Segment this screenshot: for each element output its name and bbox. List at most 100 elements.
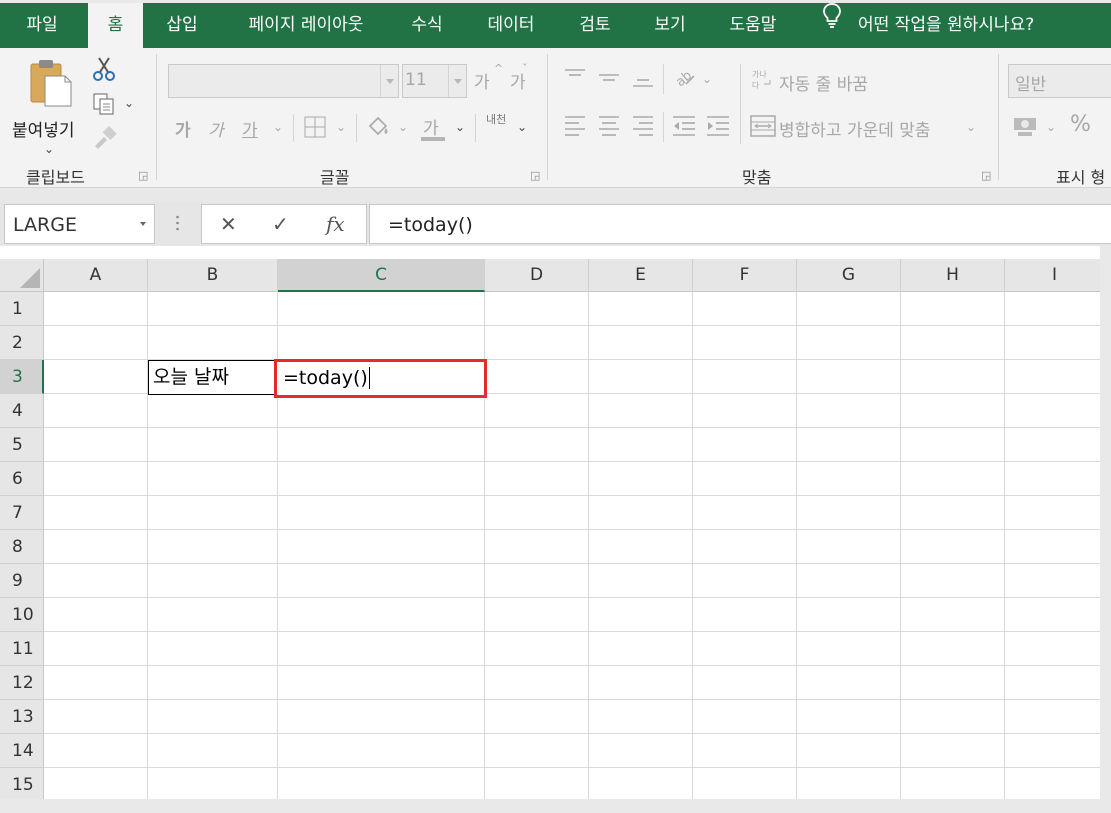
cell-f5[interactable] [693, 428, 797, 462]
align-top-icon[interactable] [564, 68, 586, 90]
cell-h5[interactable] [901, 428, 1005, 462]
cell-b2[interactable] [148, 326, 278, 360]
row-header-6[interactable]: 6 [0, 462, 44, 496]
cell-c2[interactable] [278, 326, 485, 360]
cell-c11[interactable] [278, 632, 485, 666]
cell-a13[interactable] [44, 700, 148, 734]
cell-e9[interactable] [589, 564, 693, 598]
font-size-combo[interactable]: 11 [402, 64, 467, 98]
cell-i9[interactable] [1005, 564, 1105, 598]
cell-h13[interactable] [901, 700, 1005, 734]
border-icon[interactable] [303, 115, 327, 143]
font-name-combo[interactable] [168, 64, 399, 98]
number-format-combo[interactable]: 일반 [1008, 64, 1111, 98]
fill-color-icon[interactable] [366, 114, 392, 144]
row-header-4[interactable]: 4 [0, 394, 44, 428]
cell-a9[interactable] [44, 564, 148, 598]
align-middle-icon[interactable] [598, 68, 620, 90]
cell-i14[interactable] [1005, 734, 1105, 768]
paste-button[interactable]: 붙여넣기 ⌄ [10, 58, 86, 156]
cancel-icon[interactable]: ✕ [220, 205, 237, 243]
copy-icon[interactable] [92, 92, 116, 120]
name-box[interactable]: LARGE [4, 204, 155, 244]
cell-f3[interactable] [693, 360, 797, 394]
cell-e12[interactable] [589, 666, 693, 700]
cell-g6[interactable] [797, 462, 901, 496]
font-color-button[interactable]: 가 [423, 114, 439, 139]
insert-function-icon[interactable]: fx [326, 205, 345, 243]
align-bottom-icon[interactable] [632, 68, 654, 94]
cell-a10[interactable] [44, 598, 148, 632]
tab-view[interactable]: 보기 [644, 3, 696, 48]
row-header-1[interactable]: 1 [0, 292, 44, 326]
vertical-scroll-area[interactable] [1100, 246, 1111, 813]
cell-f8[interactable] [693, 530, 797, 564]
increase-font-button[interactable]: 가 [474, 68, 490, 93]
cell-c8[interactable] [278, 530, 485, 564]
cell-f2[interactable] [693, 326, 797, 360]
cell-e3[interactable] [589, 360, 693, 394]
cell-h3[interactable] [901, 360, 1005, 394]
chevron-down-icon[interactable]: ⌄ [517, 120, 527, 134]
cell-b3-content[interactable]: 오늘 날짜 [148, 360, 278, 395]
chevron-down-icon[interactable]: ⌄ [398, 120, 408, 134]
cell-g4[interactable] [797, 394, 901, 428]
cell-d15[interactable] [485, 768, 589, 802]
cell-i15[interactable] [1005, 768, 1105, 802]
percent-button[interactable]: % [1070, 112, 1091, 137]
row-header-8[interactable]: 8 [0, 530, 44, 564]
decrease-indent-icon[interactable] [672, 114, 696, 142]
tab-insert[interactable]: 삽입 [158, 3, 206, 48]
orientation-icon[interactable]: ab [672, 64, 696, 92]
chevron-down-icon[interactable]: ⌄ [336, 120, 346, 134]
cell-d1[interactable] [485, 292, 589, 326]
row-header-7[interactable]: 7 [0, 496, 44, 530]
cell-h9[interactable] [901, 564, 1005, 598]
format-painter-icon[interactable] [92, 125, 118, 154]
chevron-down-icon[interactable]: ⌄ [1046, 120, 1056, 134]
cell-h2[interactable] [901, 326, 1005, 360]
cell-g8[interactable] [797, 530, 901, 564]
cell-f6[interactable] [693, 462, 797, 496]
cell-h1[interactable] [901, 292, 1005, 326]
cell-d9[interactable] [485, 564, 589, 598]
cell-i2[interactable] [1005, 326, 1105, 360]
enter-check-icon[interactable]: ✓ [272, 205, 289, 243]
cell-a6[interactable] [44, 462, 148, 496]
phonetic-button[interactable]: 내천 [486, 114, 506, 126]
cell-a11[interactable] [44, 632, 148, 666]
cell-f10[interactable] [693, 598, 797, 632]
formula-input[interactable]: =today() [369, 204, 1111, 244]
cell-b7[interactable] [148, 496, 278, 530]
cell-c4[interactable] [278, 394, 485, 428]
cell-d12[interactable] [485, 666, 589, 700]
column-header-e[interactable]: E [589, 259, 693, 292]
row-header-14[interactable]: 14 [0, 734, 44, 768]
cell-b15[interactable] [148, 768, 278, 802]
cell-d13[interactable] [485, 700, 589, 734]
wrap-text-button[interactable]: 자동 줄 바꿈 [779, 70, 868, 95]
cell-c5[interactable] [278, 428, 485, 462]
align-center-icon[interactable] [598, 114, 620, 142]
cell-g7[interactable] [797, 496, 901, 530]
cell-c1[interactable] [278, 292, 485, 326]
tab-help[interactable]: 도움말 [718, 3, 788, 48]
cell-g1[interactable] [797, 292, 901, 326]
cell-a4[interactable] [44, 394, 148, 428]
cell-c3-editor[interactable]: =today() [274, 359, 487, 398]
cell-b14[interactable] [148, 734, 278, 768]
column-header-c[interactable]: C [278, 259, 485, 292]
cell-c15[interactable] [278, 768, 485, 802]
tab-home[interactable]: 홈 [88, 3, 143, 48]
cell-i7[interactable] [1005, 496, 1105, 530]
chevron-down-icon[interactable]: ⌄ [273, 120, 283, 134]
row-header-2[interactable]: 2 [0, 326, 44, 360]
cell-f4[interactable] [693, 394, 797, 428]
cell-e11[interactable] [589, 632, 693, 666]
column-header-d[interactable]: D [485, 259, 589, 292]
cell-h12[interactable] [901, 666, 1005, 700]
cell-a3[interactable] [44, 360, 148, 394]
cell-g11[interactable] [797, 632, 901, 666]
cell-g12[interactable] [797, 666, 901, 700]
tab-formulas[interactable]: 수식 [402, 3, 452, 48]
